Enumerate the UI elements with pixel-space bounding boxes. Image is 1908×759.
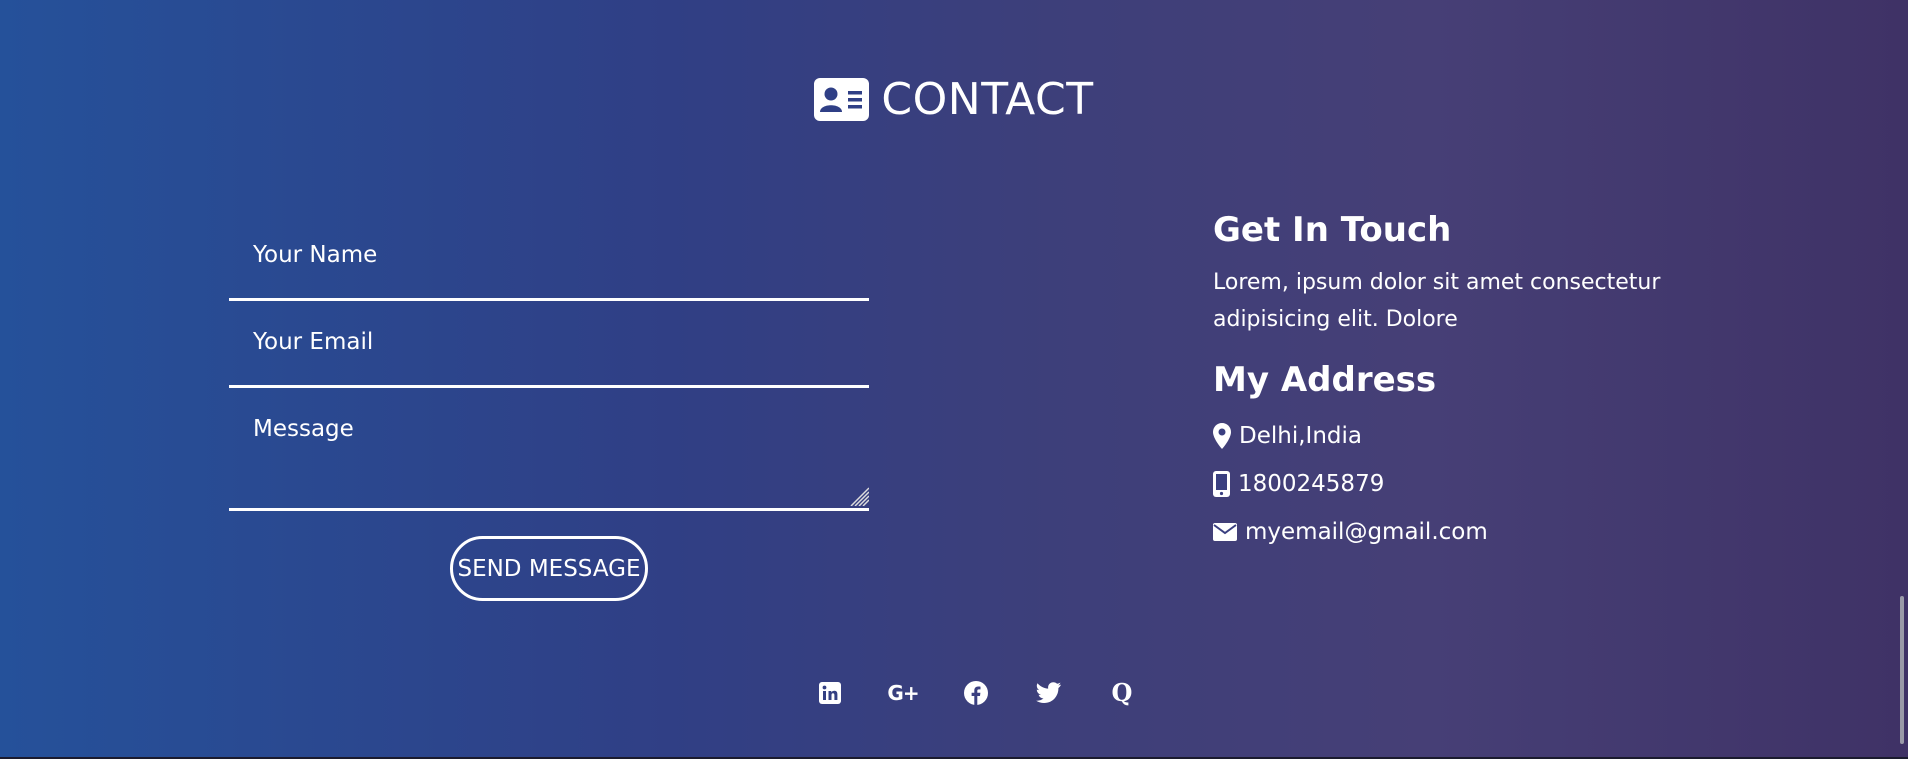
twitter-icon[interactable] [1036,680,1062,706]
quora-glyph: Q [1111,678,1133,707]
google-plus-glyph: G+ [887,681,919,705]
name-field[interactable]: Your Name [229,214,869,301]
quora-icon[interactable]: Q [1109,680,1135,706]
address-location: Delhi,India [1213,412,1693,460]
get-in-touch-text: Lorem, ipsum dolor sit amet consectetur … [1213,270,1661,332]
envelope-icon [1213,523,1237,541]
resize-handle-icon[interactable] [849,486,869,506]
get-in-touch-heading: Get In Touch [1213,210,1452,250]
my-address-heading: My Address [1213,360,1437,400]
map-marker-icon [1213,423,1231,449]
scrollbar-thumb[interactable] [1900,596,1904,744]
name-placeholder: Your Name [253,242,378,268]
scrollbar[interactable] [1894,0,1908,759]
page-title: CONTACT [881,74,1094,125]
linkedin-icon[interactable] [817,680,843,706]
send-message-button[interactable]: SEND MESSAGE [450,536,648,601]
mobile-phone-icon [1213,471,1230,497]
location-text: Delhi,India [1239,423,1362,449]
address-email: myemail@gmail.com [1213,508,1693,556]
email-placeholder: Your Email [253,329,374,355]
email-text: myemail@gmail.com [1245,519,1488,545]
contact-info: Get In Touch Lorem, ipsum dolor sit amet… [1213,210,1693,556]
google-plus-icon[interactable]: G+ [887,680,919,706]
social-links: G+ Q [0,680,1908,706]
message-placeholder: Message [253,416,354,442]
email-field[interactable]: Your Email [229,301,869,388]
address-phone: 1800245879 [1213,460,1693,508]
phone-text: 1800245879 [1238,471,1385,497]
message-field[interactable]: Message [229,388,869,511]
contact-form: Your Name Your Email Message SEND MESSAG… [229,214,869,601]
facebook-icon[interactable] [963,680,989,706]
id-card-icon [814,78,870,121]
section-title: CONTACT [0,74,1908,125]
